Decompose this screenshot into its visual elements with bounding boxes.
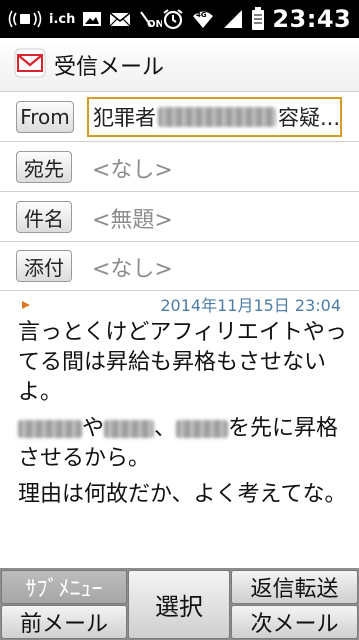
status-bar: i.ch ON 4G 23:43 <box>0 0 359 38</box>
softkey-bar: ｻﾌﾞﾒﾆｭｰ 前メール 選択 返信転送 次メール <box>0 568 359 640</box>
from-value-end: 容疑... <box>277 106 340 130</box>
clock-time: 23:43 <box>272 5 352 33</box>
redacted-sender-name <box>158 107 276 127</box>
status-bar-right: 4G 23:43 <box>162 5 351 33</box>
battery-icon <box>251 7 265 31</box>
subject-label-button[interactable]: 件名 <box>16 201 72 233</box>
alarm-icon <box>162 8 184 30</box>
carrier-ch-icon: i.ch <box>49 11 76 27</box>
vibrate-signal-icon <box>8 10 42 28</box>
redacted-name-1 <box>18 420 82 438</box>
redacted-name-3 <box>176 420 229 438</box>
svg-text:ON: ON <box>147 19 162 29</box>
attachment-label-button[interactable]: 添付 <box>16 250 72 282</box>
from-value-start: 犯罪者 <box>93 106 156 130</box>
body-text-comma: 、 <box>154 416 177 441</box>
to-row: 宛先 <なし> <box>0 143 359 192</box>
from-row: From 犯罪者 容疑... <box>0 93 359 142</box>
body-paragraph-3: 理由は何故だか、よく考えてな。 <box>18 482 347 507</box>
wifi-4g-icon: 4G <box>191 8 215 30</box>
title-bar: 受信メール <box>0 38 359 92</box>
received-arrow-icon <box>22 301 30 309</box>
body-paragraph-2: や、を先に昇格させるから。 <box>18 414 348 474</box>
mail-notification-icon <box>109 10 131 28</box>
body-text-ya: や <box>82 416 105 441</box>
select-button[interactable]: 選択 <box>128 570 230 639</box>
to-value: <なし> <box>92 158 173 183</box>
submenu-button[interactable]: ｻﾌﾞﾒﾆｭｰ <box>1 570 127 604</box>
body-paragraph-1: 言っとくけどアフィリエイトやってる間は昇給も昇格もさせないよ。 <box>18 320 347 405</box>
message-body: 言っとくけどアフィリエイトやってる間は昇給も昇格もさせないよ。 や、を先に昇格さ… <box>18 318 348 516</box>
image-notification-icon <box>82 10 102 28</box>
redacted-name-2 <box>104 420 155 438</box>
network-type-label: 4G <box>196 11 207 19</box>
attachment-row: 添付 <なし> <box>0 242 359 291</box>
cell-signal-icon <box>222 8 244 30</box>
subject-row: 件名 <無題> <box>0 193 359 242</box>
from-address-field[interactable]: 犯罪者 容疑... <box>87 97 342 137</box>
status-bar-left: i.ch ON <box>8 9 162 29</box>
to-label-button[interactable]: 宛先 <box>16 151 72 183</box>
subject-value: <無題> <box>92 208 173 233</box>
mail-app-icon <box>14 48 46 82</box>
prev-mail-button[interactable]: 前メール <box>1 605 127 639</box>
from-label-button[interactable]: From <box>16 101 74 133</box>
nfc-on-icon: ON <box>138 9 162 29</box>
page-title: 受信メール <box>54 54 165 80</box>
next-mail-button[interactable]: 次メール <box>231 605 358 639</box>
reply-forward-button[interactable]: 返信転送 <box>231 570 358 604</box>
received-date: 2014年11月15日 23:04 <box>160 296 341 315</box>
attachment-value: <なし> <box>92 257 173 282</box>
